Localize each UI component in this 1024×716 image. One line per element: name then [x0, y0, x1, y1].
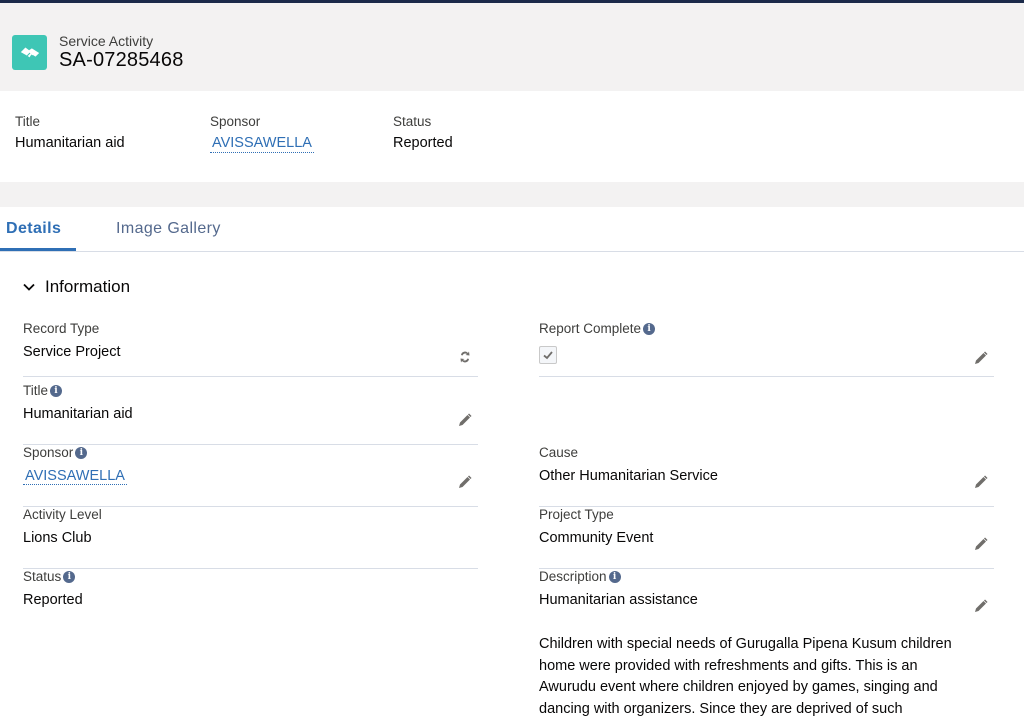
field-value: Humanitarian aid: [23, 406, 133, 422]
info-icon[interactable]: i: [63, 570, 76, 583]
field-value-wrap: AVISSAWELLA: [23, 468, 127, 485]
field-label: Description i: [539, 569, 621, 584]
tab-details[interactable]: Details: [6, 220, 61, 238]
record-header: Service Activity SA-07285468: [0, 3, 1024, 91]
info-icon[interactable]: i: [608, 570, 621, 583]
field-title-label: Title: [23, 383, 49, 398]
highlight-status-label: Status: [393, 114, 432, 129]
field-value: Service Project: [23, 344, 121, 360]
field-label: Cause: [539, 445, 579, 460]
field-sponsor-label: Sponsor: [23, 445, 74, 460]
highlight-title-value: Humanitarian aid: [15, 135, 125, 151]
info-icon[interactable]: i: [75, 446, 88, 459]
field-label: Sponsor i: [23, 445, 88, 460]
info-icon[interactable]: i: [643, 322, 656, 335]
field-value: Community Event: [539, 530, 654, 546]
field-value: Other Humanitarian Service: [539, 468, 718, 484]
sponsor-link[interactable]: AVISSAWELLA: [23, 468, 127, 485]
description-line: Awurudu event where children enjoyed by …: [539, 679, 938, 695]
field-record-type: Record Type Service Project: [23, 321, 478, 377]
field-activity-level: Activity Level Lions Club: [23, 507, 478, 569]
field-status-label: Status: [23, 569, 62, 584]
highlights-panel: Title Humanitarian aid Sponsor AVISSAWEL…: [0, 91, 1024, 182]
section-title: Information: [45, 277, 131, 296]
record-name: SA-07285468: [59, 49, 184, 71]
field-value: Humanitarian assistance: [539, 592, 698, 608]
chevron-down-icon: [23, 283, 35, 291]
field-label: Status i: [23, 569, 76, 584]
highlight-title-label: Title: [15, 114, 41, 129]
pencil-icon[interactable]: [974, 537, 988, 551]
highlight-status: Status Reported: [393, 114, 453, 151]
field-description-label: Description: [539, 569, 607, 584]
field-description: Description i Humanitarian assistance: [539, 569, 994, 631]
field-label: Record Type: [23, 321, 100, 336]
field-label: Report Complete i: [539, 321, 656, 336]
description-line: dancing with organizers. Since they are …: [539, 700, 903, 716]
description-line: home were provided with refreshments and…: [539, 657, 918, 674]
tab-bar: Details Image Gallery: [0, 207, 1024, 252]
field-title: Title i Humanitarian aid: [23, 383, 478, 445]
highlight-sponsor-label: Sponsor: [210, 114, 261, 129]
field-label: Activity Level: [23, 507, 102, 522]
highlight-title: Title Humanitarian aid: [15, 114, 125, 151]
highlight-sponsor: Sponsor AVISSAWELLA: [210, 114, 314, 153]
tab-image-gallery[interactable]: Image Gallery: [116, 220, 221, 238]
description-line: Children with special needs of Gurugalla…: [539, 636, 952, 652]
field-value: Lions Club: [23, 530, 92, 546]
pencil-icon[interactable]: [458, 413, 472, 427]
highlight-status-value: Reported: [393, 135, 453, 151]
checkmark-icon: [543, 351, 553, 360]
field-report-complete: Report Complete i: [539, 321, 994, 377]
information-section-toggle[interactable]: Information: [22, 277, 130, 297]
description-body: Children with special needs of Gurugalla…: [539, 634, 979, 716]
field-status: Status i Reported: [23, 569, 478, 631]
field-sponsor: Sponsor i AVISSAWELLA: [23, 445, 478, 507]
pencil-icon[interactable]: [974, 351, 988, 365]
pencil-icon[interactable]: [974, 475, 988, 489]
object-type-label: Service Activity: [59, 33, 154, 49]
pencil-icon[interactable]: [974, 599, 988, 613]
active-tab-indicator: [0, 248, 76, 251]
highlight-sponsor-link[interactable]: AVISSAWELLA: [210, 133, 314, 153]
field-project-type: Project Type Community Event: [539, 507, 994, 569]
field-label: Title i: [23, 383, 63, 398]
info-icon[interactable]: i: [50, 384, 63, 397]
report-complete-checkbox: [539, 346, 557, 364]
field-report-complete-label: Report Complete: [539, 321, 642, 336]
field-value: Reported: [23, 592, 83, 608]
handshake-icon: [12, 35, 47, 70]
change-record-type-icon[interactable]: [458, 350, 472, 364]
field-cause: Cause Other Humanitarian Service: [539, 445, 994, 507]
pencil-icon[interactable]: [458, 475, 472, 489]
field-label: Project Type: [539, 507, 614, 522]
